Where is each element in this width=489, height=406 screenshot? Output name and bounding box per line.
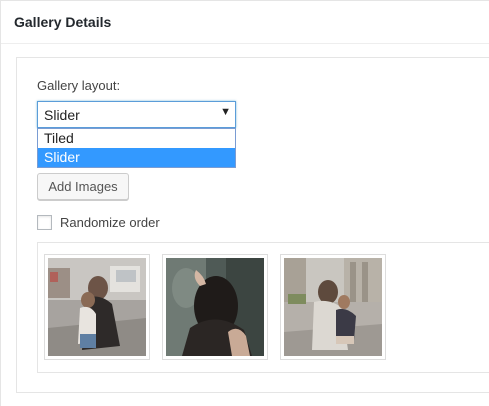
panel-title: Gallery Details (14, 14, 112, 30)
add-images-button[interactable]: Add Images (37, 173, 129, 200)
gallery-images-container (37, 242, 489, 373)
gallery-layout-select[interactable]: Slider ▼ (37, 101, 236, 128)
mother-child-city-photo (284, 258, 382, 356)
gallery-details-panel: Gallery Details Gallery layout: Slider ▼… (0, 0, 489, 406)
randomize-order-row: Randomize order (37, 215, 160, 230)
woman-back-dark-hair-photo (166, 258, 264, 356)
gallery-settings-box: Gallery layout: Slider ▼ Tiled Slider Ad… (16, 57, 489, 393)
gallery-image-1[interactable] (44, 254, 150, 360)
mother-child-street-photo (48, 258, 146, 356)
gallery-layout-selected-value: Slider (44, 107, 80, 123)
layout-option-tiled[interactable]: Tiled (38, 129, 235, 148)
randomize-order-label[interactable]: Randomize order (60, 215, 160, 230)
gallery-layout-label: Gallery layout: (37, 78, 121, 93)
gallery-image-3[interactable] (280, 254, 386, 360)
layout-option-slider[interactable]: Slider (38, 148, 235, 167)
randomize-order-checkbox[interactable] (37, 215, 52, 230)
gallery-layout-options: Tiled Slider (37, 128, 236, 168)
gallery-image-2[interactable] (162, 254, 268, 360)
panel-header: Gallery Details (1, 1, 489, 44)
chevron-down-icon: ▼ (220, 106, 231, 118)
